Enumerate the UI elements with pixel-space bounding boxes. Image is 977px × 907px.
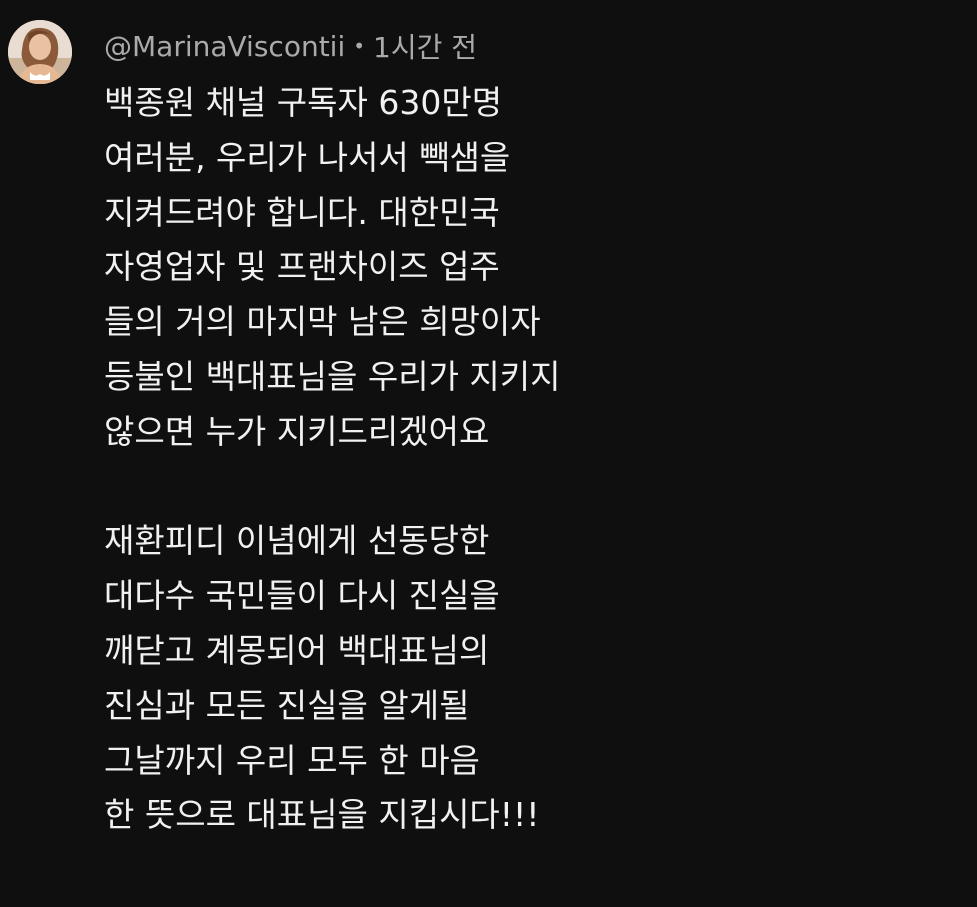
paragraph-break — [104, 460, 964, 515]
comment-line: 등불인 백대표님을 우리가 지키지 — [104, 356, 561, 396]
comment-header: @MarinaViscontii • 1시간 전 — [104, 24, 477, 68]
comment-item: @MarinaViscontii • 1시간 전 백종원 채널 구독자 630만… — [0, 0, 977, 907]
comment-text: 백종원 채널 구독자 630만명 여러분, 우리가 나서서 빽샘을 지켜드려야 … — [104, 76, 964, 843]
comment-timestamp[interactable]: 1시간 전 — [373, 26, 477, 66]
comment-line: 여러분, 우리가 나서서 빽샘을 — [104, 137, 511, 177]
comment-line: 대다수 국민들이 다시 진실을 — [104, 576, 500, 616]
meta-separator: • — [353, 34, 366, 58]
comment-line: 자영업자 및 프랜차이즈 업주 — [104, 247, 500, 287]
comment-line: 백종원 채널 구독자 630만명 — [104, 83, 503, 122]
author-name[interactable]: @MarinaViscontii — [104, 30, 345, 63]
comment-line: 그날까지 우리 모두 한 마음 — [104, 740, 480, 780]
comment-line: 지켜드려야 합니다. 대한민국 — [104, 192, 500, 232]
comment-line: 들의 거의 마지막 남은 희망이자 — [104, 302, 541, 342]
author-avatar[interactable] — [8, 20, 72, 84]
comment-line: 한 뜻으로 대표님을 지킵시다!!! — [104, 795, 540, 835]
comment-line: 진심과 모든 진실을 알게될 — [104, 685, 470, 725]
comment-line: 않으면 누가 지키드리겠어요 — [104, 411, 490, 451]
comment-line: 깨닫고 계몽되어 백대표님의 — [104, 630, 490, 670]
comment-line: 재환피디 이념에게 선동당한 — [104, 521, 490, 561]
user-avatar-photo-icon — [8, 20, 72, 84]
